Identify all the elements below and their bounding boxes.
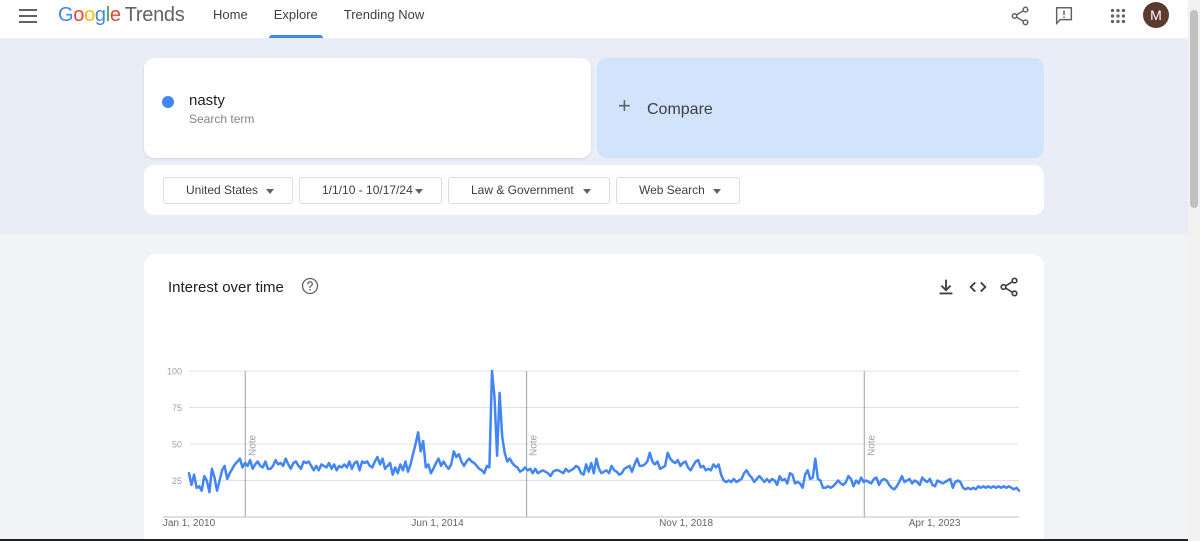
x-tick-label: Jun 1, 2014: [411, 518, 464, 529]
interest-over-time-chart[interactable]: Note Note Note 25 50 75 100 Jan 1, 2010 Jun 1, …: [0, 0, 1188, 541]
y-tick-label: 25: [172, 476, 182, 486]
x-tick-label: Apr 1, 2023: [909, 518, 961, 529]
y-tick-label: 75: [172, 403, 182, 413]
page-scrollbar[interactable]: [1188, 0, 1200, 541]
scroll-thumb[interactable]: [1190, 10, 1198, 208]
note-marker-label: Note: [529, 434, 540, 456]
note-marker-label: Note: [866, 434, 877, 456]
note-marker-label: Note: [247, 434, 258, 456]
x-tick-label: Jan 1, 2010: [163, 518, 216, 529]
series-line: [187, 369, 1021, 494]
x-tick-label: Nov 1, 2018: [659, 518, 713, 529]
y-tick-label: 100: [167, 367, 182, 377]
y-tick-label: 50: [172, 440, 182, 450]
